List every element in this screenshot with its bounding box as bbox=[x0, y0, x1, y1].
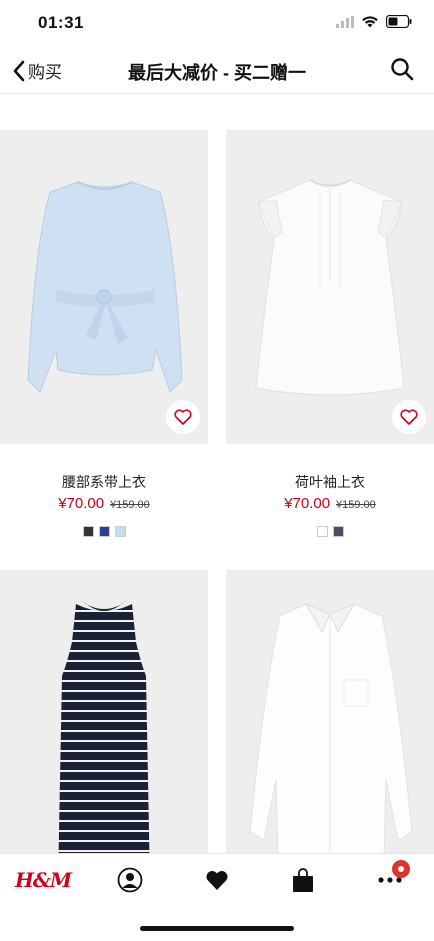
color-swatch[interactable] bbox=[316, 526, 328, 537]
account-icon bbox=[117, 867, 143, 893]
tab-favorites[interactable] bbox=[195, 866, 239, 894]
more-icon bbox=[378, 877, 402, 883]
product-name[interactable]: 腰部系带上衣 bbox=[0, 472, 208, 492]
product-grid: 腰部系带上衣 ¥70.00 ¥159.00 荷叶袖上衣 ¥70.00 ¥159.… bbox=[0, 94, 434, 854]
color-swatch[interactable] bbox=[98, 526, 110, 537]
favorites-icon bbox=[206, 870, 228, 890]
signal-icon bbox=[336, 15, 354, 28]
color-swatches bbox=[0, 526, 208, 537]
status-bar: 01:31 bbox=[0, 0, 434, 46]
belted-blouse-image bbox=[27, 181, 183, 393]
white-shirt-image bbox=[249, 602, 413, 854]
product-price: ¥70.00 ¥159.00 bbox=[0, 495, 208, 512]
back-button[interactable]: 购买 bbox=[12, 58, 62, 83]
color-swatches bbox=[226, 526, 434, 537]
tab-account[interactable] bbox=[108, 866, 152, 894]
wifi-icon bbox=[362, 15, 378, 27]
color-swatch[interactable] bbox=[114, 526, 126, 537]
original-price: ¥159.00 bbox=[110, 499, 150, 511]
favorite-button[interactable] bbox=[166, 400, 200, 434]
tab-more[interactable] bbox=[368, 860, 412, 894]
product-price: ¥70.00 ¥159.00 bbox=[226, 495, 434, 512]
product-name[interactable]: 荷叶袖上衣 bbox=[226, 472, 434, 492]
sale-price: ¥70.00 bbox=[58, 495, 105, 512]
product-image[interactable] bbox=[0, 570, 208, 854]
notification-badge bbox=[392, 860, 410, 878]
favorite-button[interactable] bbox=[392, 400, 426, 434]
tab-home[interactable]: H&M bbox=[15, 866, 72, 894]
hm-logo: H&M bbox=[14, 868, 72, 892]
product-image[interactable] bbox=[226, 130, 434, 444]
chevron-left-icon bbox=[13, 60, 25, 81]
color-swatch[interactable] bbox=[332, 526, 344, 537]
ruffle-sleeve-top-image bbox=[255, 179, 405, 396]
color-swatch[interactable] bbox=[82, 526, 94, 537]
bag-icon bbox=[293, 868, 313, 892]
heart-outline-icon bbox=[400, 409, 418, 425]
product-image[interactable] bbox=[226, 570, 434, 854]
original-price: ¥159.00 bbox=[336, 499, 376, 511]
sale-price: ¥70.00 bbox=[284, 495, 331, 512]
back-label: 购买 bbox=[28, 63, 62, 82]
product-image[interactable] bbox=[0, 130, 208, 444]
nav-bar: 购买 最后大减价 - 买二赠一 bbox=[0, 46, 434, 94]
striped-dress-image bbox=[58, 600, 150, 854]
status-icons bbox=[336, 15, 412, 28]
tab-bag[interactable] bbox=[281, 866, 325, 894]
battery-icon bbox=[386, 15, 412, 28]
product-card[interactable]: 腰部系带上衣 ¥70.00 ¥159.00 bbox=[0, 130, 208, 537]
product-card[interactable] bbox=[0, 570, 208, 854]
search-icon bbox=[391, 58, 414, 81]
page-title: 最后大减价 - 买二赠一 bbox=[128, 63, 306, 83]
status-time: 01:31 bbox=[38, 13, 84, 32]
product-card[interactable] bbox=[226, 570, 434, 854]
home-indicator bbox=[140, 926, 294, 931]
heart-outline-icon bbox=[174, 409, 192, 425]
product-card[interactable]: 荷叶袖上衣 ¥70.00 ¥159.00 bbox=[226, 130, 434, 537]
search-button[interactable] bbox=[390, 57, 414, 86]
